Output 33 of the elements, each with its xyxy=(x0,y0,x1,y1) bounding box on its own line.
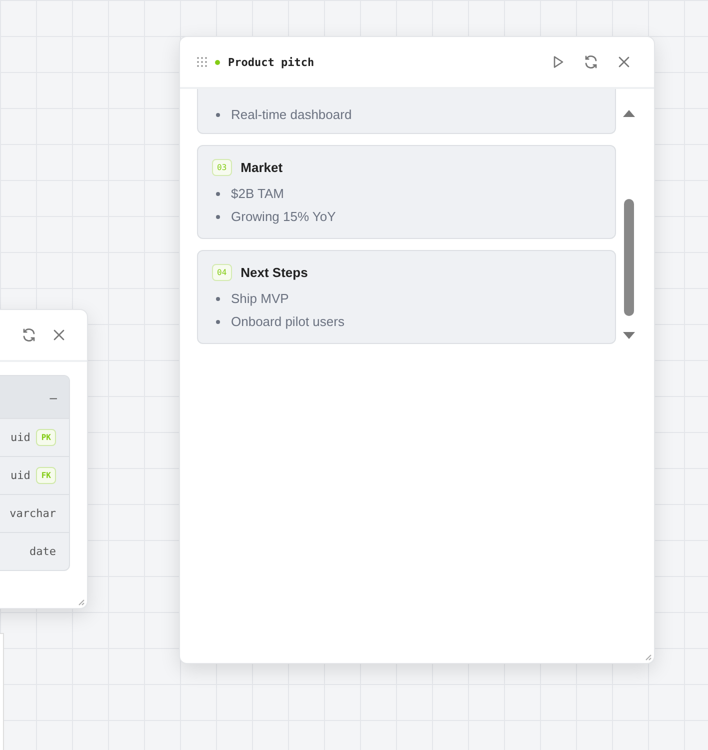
bullet-item: Real-time dashboard xyxy=(231,106,352,124)
column-type: uid xyxy=(10,469,30,482)
status-dot xyxy=(215,60,220,64)
bullet-item: $2B TAM xyxy=(231,185,284,203)
resize-handle-icon[interactable] xyxy=(644,653,652,661)
section-number: 03 xyxy=(212,159,232,176)
bullet-icon xyxy=(216,214,220,218)
refresh-icon[interactable] xyxy=(583,54,599,70)
bullet-item: Ship MVP xyxy=(231,290,289,308)
window-title: Product pitch xyxy=(228,56,314,68)
column-type: varchar xyxy=(10,507,56,520)
resize-handle-icon[interactable] xyxy=(77,598,85,606)
section-title: Market xyxy=(240,160,283,175)
bullet-item: Onboard pilot users xyxy=(231,313,344,331)
scroll-down-icon[interactable] xyxy=(623,332,635,340)
column-type: date xyxy=(30,545,56,558)
section-number: 04 xyxy=(212,264,232,281)
bullet-icon xyxy=(216,112,220,116)
key-badge: FK xyxy=(36,467,56,484)
close-icon[interactable] xyxy=(51,327,67,343)
scroll-up-icon[interactable] xyxy=(623,109,635,117)
bullet-icon xyxy=(216,192,220,196)
drag-handle-icon[interactable] xyxy=(197,57,207,67)
close-icon[interactable] xyxy=(616,54,632,70)
bullet-icon xyxy=(216,320,220,324)
refresh-icon[interactable] xyxy=(21,327,37,343)
section-title: Next Steps xyxy=(240,265,308,280)
bullet-icon xyxy=(216,296,220,300)
column-type: uid xyxy=(10,431,30,444)
bullet-item: Growing 15% YoY xyxy=(231,208,336,226)
key-badge: PK xyxy=(36,429,56,446)
scroll-thumb[interactable] xyxy=(624,199,634,316)
collapse-button[interactable]: – xyxy=(50,390,57,404)
